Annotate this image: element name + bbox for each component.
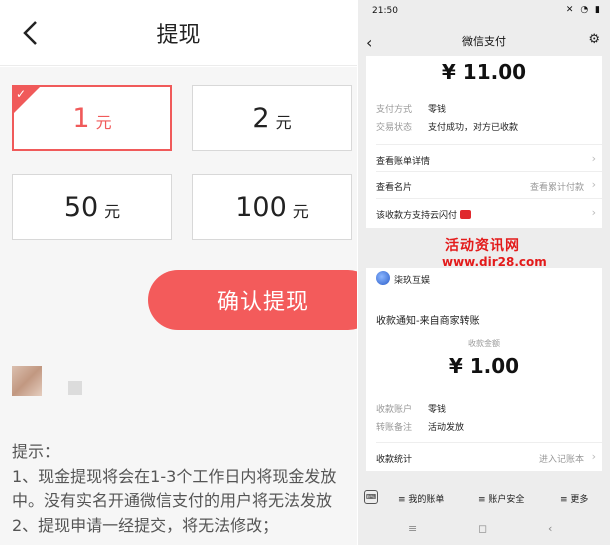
- amount-unit: 元: [95, 113, 112, 132]
- value: 查看累计付款: [529, 183, 584, 193]
- payment-method-row: 支付方式 零钱: [376, 102, 446, 115]
- withdraw-screen: 提现 ✓ 1 元 2 元 50 元 100 元 确认提现 提示： 1、现金提现将…: [0, 0, 357, 545]
- chevron-right-icon: ›: [591, 450, 596, 463]
- amount-option-2[interactable]: 2 元: [192, 85, 352, 151]
- remark-row: 转账备注 活动发放: [376, 420, 464, 433]
- value: 进入记账本: [538, 455, 584, 465]
- label: 交易状态: [376, 123, 413, 133]
- blurred-avatar: [12, 366, 42, 396]
- system-nav-bar: ≡ ◻ ‹: [358, 512, 610, 545]
- status-time: 21:50: [372, 6, 398, 16]
- blurred-name: [68, 381, 82, 395]
- label: 查看名片: [376, 183, 413, 193]
- amount-value: 2: [252, 102, 270, 134]
- divider: [376, 144, 602, 145]
- bill-detail-row[interactable]: 查看账单详情 ›: [366, 146, 602, 172]
- value: 零钱: [428, 105, 447, 115]
- tips-line: 2、提现申请一经提交，将无法修改；: [12, 515, 279, 535]
- divider: [376, 442, 602, 443]
- chevron-right-icon: ›: [591, 152, 596, 165]
- label: 该收款方支持云闪付: [376, 208, 472, 221]
- amount-option-50[interactable]: 50 元: [12, 174, 172, 240]
- keyboard-icon[interactable]: ⌨: [364, 490, 378, 504]
- transfer-amount: ¥ 1.00: [448, 354, 520, 378]
- amount-option-100[interactable]: 100 元: [192, 174, 352, 240]
- header: ‹ 微信支付 ⚙: [358, 22, 610, 56]
- label: 支付方式: [376, 105, 413, 115]
- chevron-right-icon: ›: [591, 178, 596, 191]
- page-title: 提现: [156, 23, 201, 48]
- status-icons: ✕ ◔ ▮: [565, 5, 602, 15]
- menu-my-bills[interactable]: ≡ 我的账单: [398, 492, 444, 505]
- brand-name: 柒玖互娱: [394, 276, 431, 286]
- account-row: 收款账户 零钱: [376, 402, 446, 415]
- watermark-url: www.dir28.com: [442, 255, 547, 269]
- unionpay-icon: [460, 210, 472, 219]
- amount-unit: 元: [292, 202, 309, 221]
- menu-account-security[interactable]: ≡ 账户安全: [478, 492, 524, 505]
- home-nav-icon[interactable]: ◻: [478, 522, 487, 535]
- payment-receipt-card: ¥ 11.00 支付方式 零钱 交易状态 支付成功，对方已收款 查看账单详情 › 查…: [366, 56, 602, 228]
- brand-logo-icon: [376, 271, 390, 285]
- menu-more[interactable]: ≡ 更多: [560, 492, 588, 505]
- confirm-withdraw-button[interactable]: 确认提现: [148, 270, 357, 330]
- amount-value: 50: [63, 191, 99, 223]
- back-nav-icon[interactable]: ‹: [548, 522, 552, 535]
- page-title: 微信支付: [462, 35, 506, 48]
- watermark-title: 活动资讯网: [445, 238, 520, 254]
- label: 收款统计: [376, 455, 413, 465]
- bottom-menu: ⌨ ≡ 我的账单 ≡ 账户安全 ≡ 更多: [358, 487, 610, 509]
- view-card-row[interactable]: 查看名片 查看累计付款 ›: [366, 172, 602, 198]
- stats-row[interactable]: 收款统计 进入记账本 ›: [366, 444, 602, 470]
- label: 收款账户: [376, 405, 413, 415]
- wechat-pay-screen: 21:50 ✕ ◔ ▮ ‹ 微信支付 ⚙ ¥ 11.00 支付方式 零钱 交易状态…: [358, 0, 610, 545]
- payment-amount: ¥ 11.00: [441, 60, 527, 84]
- status-bar: 21:50 ✕ ◔ ▮: [358, 0, 610, 22]
- amount-value: 100: [235, 191, 287, 223]
- cloud-pay-row[interactable]: 该收款方支持云闪付 ›: [366, 200, 602, 226]
- amount-value: 1: [72, 102, 90, 134]
- tips-block: 提示： 1、现金提现将会在1-3个工作日内将现金发放 中。没有实名开通微信支付的…: [12, 440, 357, 538]
- header: 提现: [0, 0, 357, 66]
- label-text: 该收款方支持云闪付: [376, 211, 458, 221]
- value: 零钱: [428, 405, 447, 415]
- label: 查看账单详情: [376, 157, 431, 167]
- chevron-right-icon: ›: [591, 206, 596, 219]
- amount-label: 收款金额: [468, 339, 500, 348]
- transfer-notice-card: 柒玖互娱 收款通知-来自商家转账 收款金额 ¥ 1.00 收款账户 零钱 转账备注…: [366, 268, 602, 471]
- tips-line: 中。没有实名开通微信支付的用户将无法发放: [12, 491, 333, 510]
- tips-line: 1、现金提现将会在1-3个工作日内将现金发放: [12, 466, 337, 486]
- checkmark-icon: ✓: [16, 87, 27, 101]
- label: 转账备注: [376, 423, 413, 433]
- divider: [376, 198, 602, 199]
- value: 支付成功，对方已收款: [428, 123, 519, 133]
- notice-title: 收款通知-来自商家转账: [376, 316, 480, 327]
- amount-unit: 元: [275, 113, 292, 132]
- amount-option-1[interactable]: ✓ 1 元: [12, 85, 172, 151]
- gear-icon[interactable]: ⚙: [588, 32, 600, 47]
- tips-title: 提示：: [12, 442, 61, 461]
- menu-nav-icon[interactable]: ≡: [408, 522, 417, 535]
- value: 活动发放: [428, 423, 465, 433]
- trade-status-row: 交易状态 支付成功，对方已收款: [376, 120, 518, 133]
- amount-unit: 元: [104, 202, 121, 221]
